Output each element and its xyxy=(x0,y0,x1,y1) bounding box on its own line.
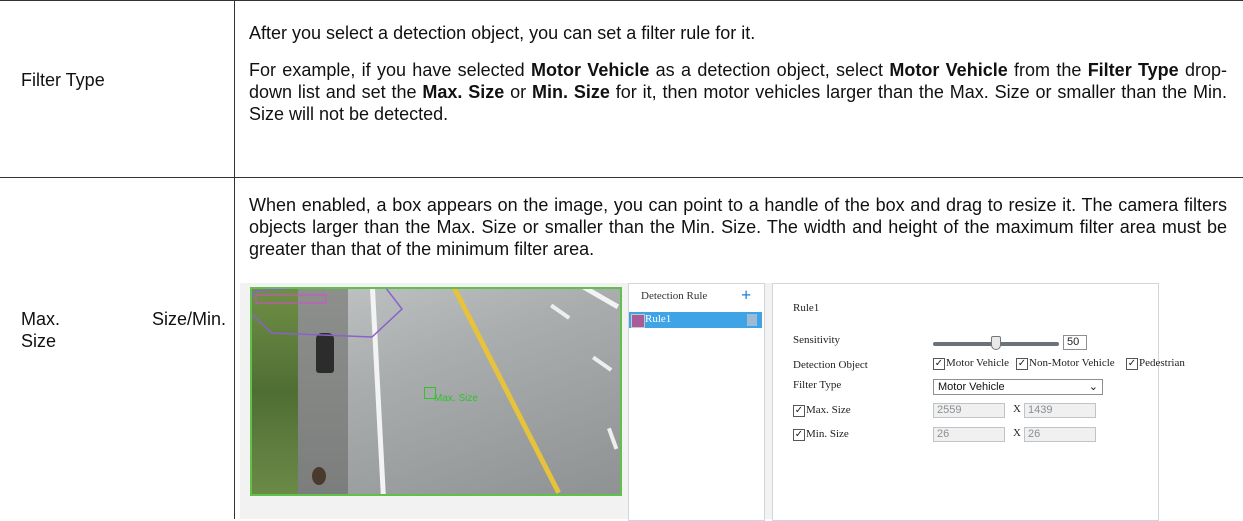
filter-type-desc-1: After you select a detection object, you… xyxy=(249,23,756,43)
rule-config-panel: Rule1 Sensitivity 50 Detection Object ✓ … xyxy=(772,283,1185,521)
filter-type-select[interactable]: Motor Vehicle ⌄ xyxy=(933,379,1103,395)
non-motor-vehicle-label: Non-Motor Vehicle xyxy=(1029,357,1115,369)
rule-title: Rule1 xyxy=(793,302,820,314)
sensitivity-input[interactable]: 50 xyxy=(1063,335,1087,350)
detection-zone-outline xyxy=(252,289,404,338)
sensitivity-label: Sensitivity xyxy=(793,334,841,346)
filter-type-label: Filter Type xyxy=(793,379,842,391)
trash-icon[interactable] xyxy=(747,314,757,326)
column-divider xyxy=(234,0,235,519)
max-size-checkbox[interactable]: ✓ xyxy=(793,405,805,417)
row-label-filter-type: Filter Type xyxy=(21,70,105,90)
rule-list-item[interactable]: Rule1 xyxy=(629,312,762,328)
chevron-down-icon: ⌄ xyxy=(1088,381,1098,393)
detection-object-label: Detection Object xyxy=(793,359,868,371)
table-top-border xyxy=(0,0,1243,1)
min-x-separator: X xyxy=(1013,427,1021,439)
row-divider xyxy=(0,177,1243,178)
rule-color-swatch xyxy=(631,314,645,328)
plus-icon[interactable]: + xyxy=(741,285,751,306)
sensitivity-slider-handle[interactable] xyxy=(991,336,1001,350)
filter-type-desc-2: For example, if you have selected Motor … xyxy=(249,60,1228,124)
filter-box-label: Max. Size xyxy=(434,393,478,404)
min-height-input[interactable]: 26 xyxy=(1024,427,1096,442)
pedestrian-label: Pedestrian xyxy=(1139,357,1185,369)
max-size-label: Max. Size xyxy=(806,404,851,416)
non-motor-vehicle-checkbox[interactable]: ✓ xyxy=(1016,358,1028,370)
rule-name: Rule1 xyxy=(645,313,672,325)
max-x-separator: X xyxy=(1013,403,1021,415)
camera-live-view: Max. Size xyxy=(250,287,622,496)
min-size-checkbox[interactable]: ✓ xyxy=(793,429,805,441)
max-width-input[interactable]: 2559 xyxy=(933,403,1005,418)
min-width-input[interactable]: 26 xyxy=(933,427,1005,442)
pedestrian-checkbox[interactable]: ✓ xyxy=(1126,358,1138,370)
embedded-screenshot: Max. Size Detection Rule + Rule1 Rule1 S… xyxy=(240,283,1185,521)
min-size-label: Min. Size xyxy=(806,428,849,440)
row-label-max-min-size: Max. Size/Min. Size xyxy=(21,309,226,351)
max-height-input[interactable]: 1439 xyxy=(1024,403,1096,418)
motor-vehicle-label: Motor Vehicle xyxy=(946,357,1010,369)
parameter-table: Filter Type After you select a detection… xyxy=(0,0,1243,521)
detection-rule-panel: Detection Rule + Rule1 xyxy=(628,283,765,521)
motor-vehicle-checkbox[interactable]: ✓ xyxy=(933,358,945,370)
max-min-size-desc: When enabled, a box appears on the image… xyxy=(249,195,1227,259)
rule-panel-header: Detection Rule + xyxy=(641,285,752,306)
